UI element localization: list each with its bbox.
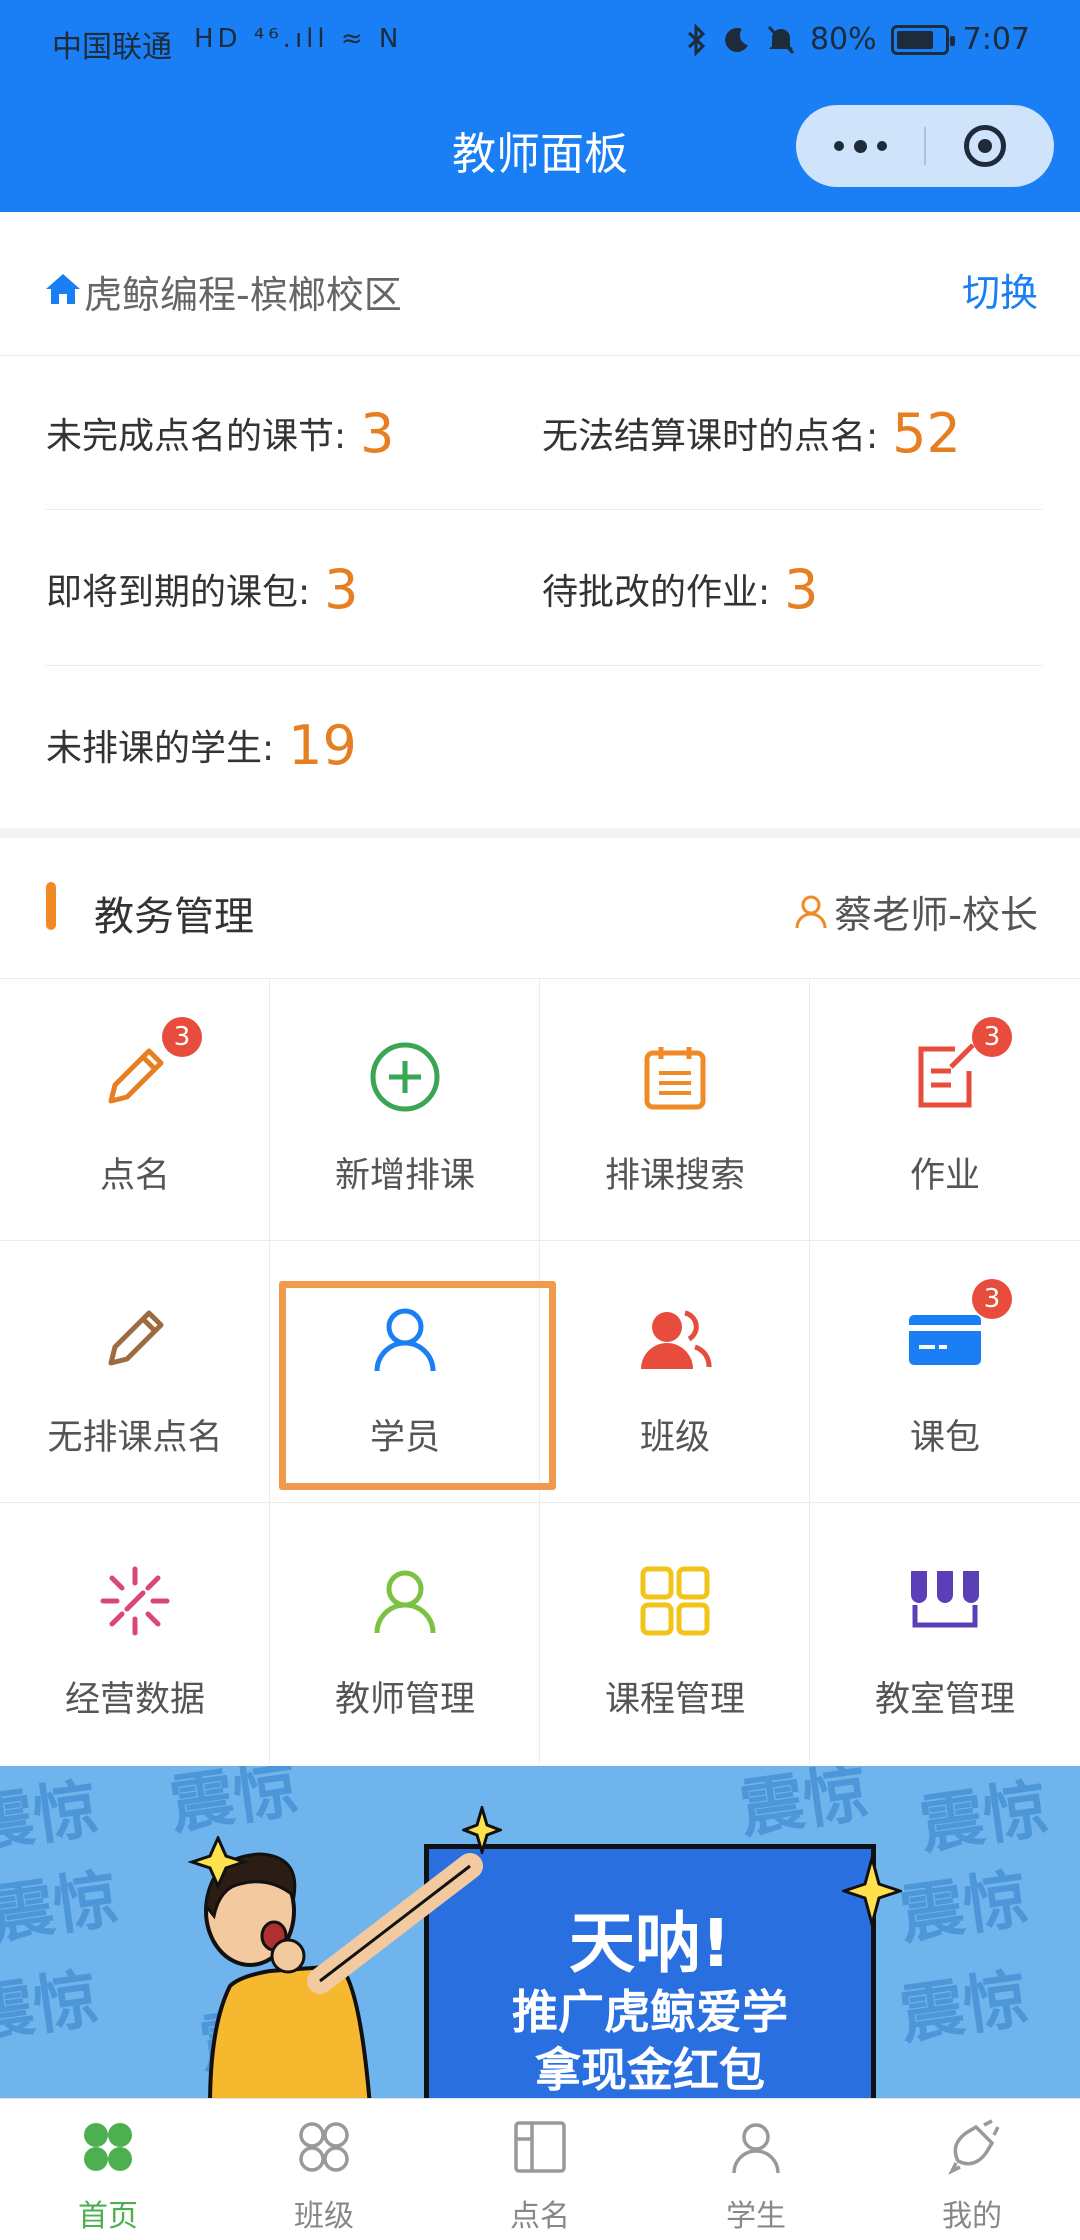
grid-item-course-packages[interactable]: 3 课包 — [810, 1240, 1080, 1502]
tab-rollcall[interactable]: 点名 — [432, 2099, 648, 2240]
watermark-text: 震惊 — [0, 1962, 103, 2054]
grid-item-classroom-management[interactable]: 教室管理 — [810, 1502, 1080, 1764]
notification-badge: 3 — [972, 1279, 1012, 1319]
notification-badge: 3 — [162, 1017, 202, 1057]
status-bar: 中国联通 HD ⁴⁶.ıll ≈ N 80% 7:07 — [0, 0, 1080, 80]
rollcall-icon — [514, 2121, 566, 2173]
bluetooth-icon — [687, 23, 706, 56]
clock: 7:07 — [962, 22, 1030, 57]
classroom-icon — [911, 1571, 979, 1628]
carrier-label: 中国联通 — [52, 30, 172, 65]
watermark-text: 震惊 — [0, 1862, 123, 1954]
notification-badge: 3 — [972, 1017, 1012, 1057]
group-icon — [641, 1310, 712, 1369]
stat-unscheduled-students[interactable]: 未排课的学生: 19 — [46, 668, 357, 822]
home-icon — [84, 2123, 132, 2171]
watermark-text: 震惊 — [895, 1862, 1033, 1954]
grid-item-business-data[interactable]: 经营数据 — [0, 1502, 270, 1764]
home-icon — [46, 274, 80, 304]
grid-item-rollcall[interactable]: 3 点名 — [0, 978, 270, 1240]
banner-headline: 天呐! — [568, 1905, 732, 1982]
watermark-text: 震惊 — [735, 1766, 873, 1848]
grid-item-new-schedule[interactable]: 新增排课 — [270, 978, 540, 1240]
grid-item-unscheduled-rollcall[interactable]: 无排课点名 — [0, 1240, 270, 1502]
tab-mine[interactable]: 我的 — [864, 2099, 1080, 2240]
grid-item-homework[interactable]: 3 作业 — [810, 978, 1080, 1240]
grid-item-classes[interactable]: 班级 — [540, 1240, 810, 1502]
section-accent-bar — [46, 882, 56, 930]
section-header: 教务管理 蔡老师-校长 — [0, 838, 1080, 978]
tab-class[interactable]: 班级 — [216, 2099, 432, 2240]
stat-unfinished-rollcall[interactable]: 未完成点名的课节: 3 — [46, 356, 395, 510]
teacher-icon — [374, 1570, 436, 1634]
signal-icons: HD ⁴⁶.ıll ≈ N — [194, 24, 403, 54]
grid-item-course-management[interactable]: 课程管理 — [540, 1502, 810, 1764]
banner-line-2: 拿现金红包 — [535, 2043, 765, 2097]
selection-highlight — [279, 1281, 556, 1490]
student-icon — [732, 2123, 780, 2174]
switch-campus-button[interactable]: 切换 — [962, 262, 1038, 317]
grid-item-schedule-search[interactable]: 排课搜索 — [540, 978, 810, 1240]
homework-edit-icon — [918, 1043, 975, 1108]
add-circle-icon — [370, 1042, 440, 1112]
stat-unsettled-rollcall[interactable]: 无法结算课时的点名: 52 — [542, 356, 961, 510]
profile-icon — [948, 2119, 1000, 2175]
watermark-text: 震惊 — [915, 1772, 1053, 1864]
tab-student[interactable]: 学生 — [648, 2099, 864, 2240]
pencil-icon — [108, 1048, 164, 1104]
grid-icon — [640, 1566, 710, 1636]
battery-percent: 80% — [809, 22, 877, 57]
bottom-tab-bar: 首页 班级 点名 学生 我的 — [0, 2098, 1080, 2240]
watermark-text: 震惊 — [895, 1962, 1033, 2054]
close-miniprogram-button[interactable] — [964, 125, 1006, 167]
campus-row: 虎鲸编程-槟榔校区 切换 — [0, 212, 1080, 356]
class-icon — [299, 2122, 349, 2172]
mute-bell-icon — [767, 25, 795, 54]
watermark-text: 震惊 — [0, 1772, 103, 1864]
pencil-outline-icon — [108, 1310, 164, 1366]
top-bar: 中国联通 HD ⁴⁶.ıll ≈ N 80% 7:07 教师面板 — [0, 0, 1080, 212]
stat-expiring-packages[interactable]: 即将到期的课包: 3 — [46, 512, 359, 666]
star-icon — [462, 1806, 502, 1854]
mini-program-capsule — [796, 105, 1054, 187]
campus-name: 虎鲸编程-槟榔校区 — [84, 273, 402, 317]
card-icon — [909, 1315, 981, 1365]
tab-home[interactable]: 首页 — [0, 2099, 216, 2240]
calendar-list-icon — [644, 1047, 706, 1110]
stats-panel: 未完成点名的课节: 3 无法结算课时的点名: 52 即将到期的课包: 3 待批改的作业… — [0, 356, 1080, 828]
section-title: 教务管理 — [94, 894, 254, 940]
stat-pending-homework[interactable]: 待批改的作业: 3 — [542, 512, 819, 666]
sparkle-icon — [100, 1566, 170, 1636]
banner-line-1: 推广虎鲸爱学 — [512, 1985, 788, 2039]
battery-icon — [890, 24, 955, 55]
more-button[interactable] — [796, 105, 924, 187]
user-icon — [795, 895, 827, 928]
moon-icon — [725, 27, 748, 52]
grid-item-teacher-management[interactable]: 教师管理 — [270, 1502, 540, 1764]
current-user: 蔡老师-校长 — [794, 884, 1038, 939]
